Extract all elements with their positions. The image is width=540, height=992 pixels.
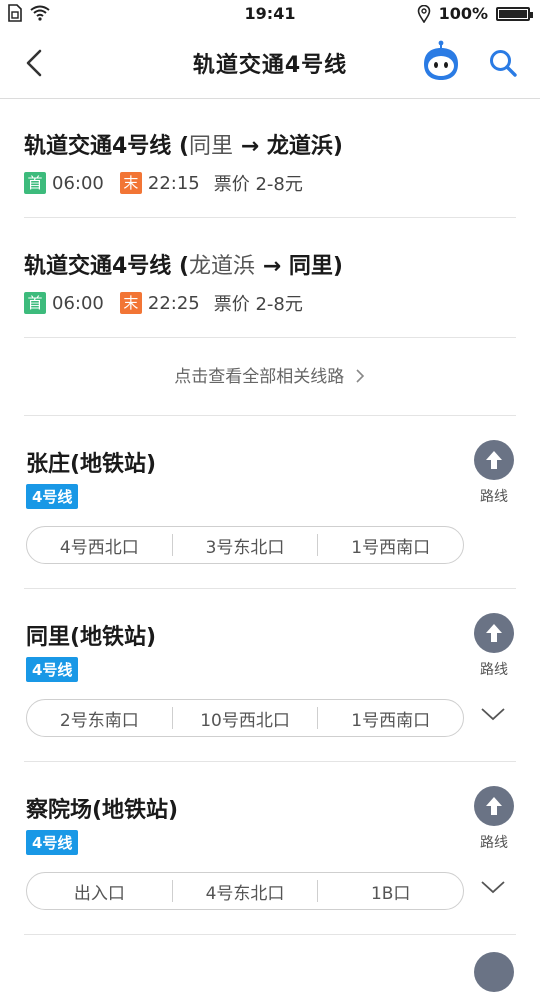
route-arrow-icon — [474, 613, 514, 653]
first-train-tag: 首 — [24, 292, 46, 314]
route-arrow-icon — [474, 786, 514, 826]
route-label: 路线 — [480, 835, 508, 851]
last-train-tag: 末 — [119, 292, 142, 314]
line-meta: 首 06:00 末 22:15 票价 2-8元 — [24, 170, 303, 196]
battery-icon — [496, 6, 533, 21]
route-button[interactable]: 路线 — [474, 786, 514, 852]
view-all-lines-label: 点击查看全部相关线路 — [174, 367, 345, 387]
route-arrow-icon — [474, 440, 514, 480]
exit-item[interactable]: 10号西北口 — [173, 706, 318, 731]
station-name: 张庄(地铁站) — [26, 452, 157, 477]
last-train-time: 22:15 — [147, 172, 200, 194]
line-name: 轨道交通4号线 (龙道浜 → 同里) — [24, 254, 343, 279]
exit-list: 出入口 4号东北口 1B口 — [26, 872, 464, 910]
last-train-tag: 末 — [119, 172, 142, 194]
station-name: 同里(地铁站) — [26, 625, 157, 650]
exit-list: 2号东南口 10号西北口 1号西南口 — [26, 699, 464, 737]
chevron-down-icon[interactable] — [480, 701, 506, 727]
first-train-time: 06:00 — [52, 292, 104, 314]
line-entry-1[interactable]: 轨道交通4号线 (同里 → 龙道浜) 首 06:00 末 22:15 票价 2-… — [24, 100, 516, 218]
exit-item[interactable]: 1号西南口 — [318, 706, 463, 731]
last-train-time: 22:25 — [147, 292, 200, 314]
first-train-tag: 首 — [24, 172, 46, 194]
route-label: 路线 — [480, 662, 508, 678]
exit-item[interactable]: 3号东北口 — [173, 533, 318, 558]
chevron-right-icon — [356, 369, 364, 383]
exit-item[interactable]: 2号东南口 — [27, 706, 172, 731]
exit-item[interactable]: 4号西北口 — [27, 533, 172, 558]
battery-percent: 100% — [438, 4, 488, 23]
status-bar: 19:41 100% — [0, 0, 540, 28]
line-badge: 4号线 — [26, 484, 79, 509]
route-label: 路线 — [480, 489, 508, 505]
station-item[interactable]: 张庄(地铁站) 4号线 4号西北口 3号东北口 1号西南口 路线 — [24, 416, 516, 589]
station-item[interactable]: 同里(地铁站) 4号线 2号东南口 10号西北口 1号西南口 路线 — [24, 589, 516, 762]
fare-text: 票价 2-8元 — [213, 174, 303, 195]
exit-item[interactable]: 1号西南口 — [318, 533, 463, 558]
chevron-down-icon[interactable] — [480, 874, 506, 900]
view-all-lines-link[interactable]: 点击查看全部相关线路 — [24, 338, 516, 416]
line-name: 轨道交通4号线 (同里 → 龙道浜) — [24, 134, 343, 159]
search-icon[interactable] — [488, 48, 518, 78]
nav-bar: 轨道交通4号线 — [0, 28, 540, 99]
exit-item[interactable]: 出入口 — [27, 879, 172, 904]
exit-list: 4号西北口 3号东北口 1号西南口 — [26, 526, 464, 564]
route-button[interactable]: 路线 — [474, 440, 514, 506]
line-badge: 4号线 — [26, 657, 79, 682]
location-icon — [417, 4, 430, 23]
assistant-robot-icon[interactable] — [420, 40, 462, 82]
route-button[interactable]: 路线 — [474, 613, 514, 679]
line-entry-2[interactable]: 轨道交通4号线 (龙道浜 → 同里) 首 06:00 末 22:25 票价 2-… — [24, 220, 516, 338]
line-badge: 4号线 — [26, 830, 79, 855]
station-item[interactable]: 察院场(地铁站) 4号线 出入口 4号东北口 1B口 路线 — [24, 762, 516, 935]
fare-text: 票价 2-8元 — [213, 294, 303, 315]
station-name: 察院场(地铁站) — [26, 798, 179, 823]
exit-item[interactable]: 1B口 — [318, 879, 463, 904]
status-right: 100% — [417, 4, 533, 23]
line-meta: 首 06:00 末 22:25 票价 2-8元 — [24, 290, 303, 316]
first-train-time: 06:00 — [52, 172, 104, 194]
exit-item[interactable]: 4号东北口 — [173, 879, 318, 904]
route-button-partial[interactable] — [474, 952, 514, 992]
